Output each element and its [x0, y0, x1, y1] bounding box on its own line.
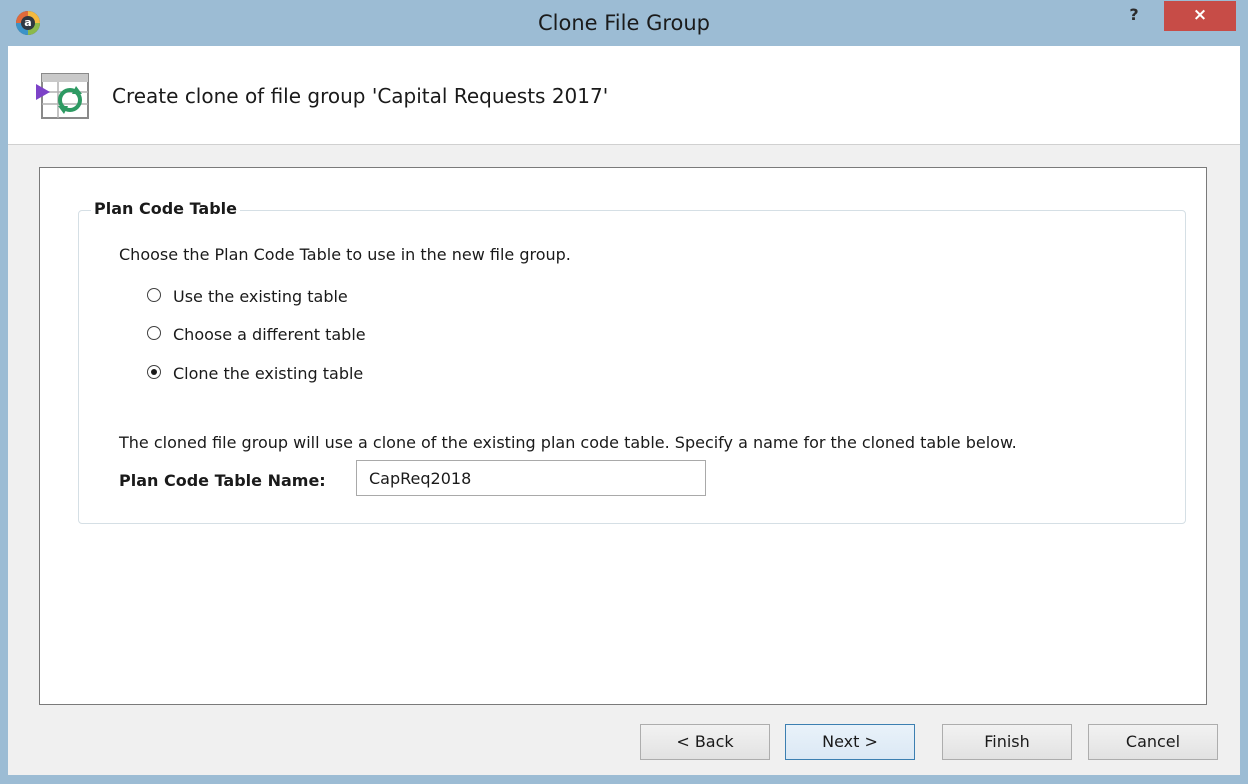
back-button[interactable]: < Back [640, 724, 770, 760]
radio-button[interactable] [147, 288, 161, 302]
radio-label: Choose a different table [173, 325, 366, 344]
window-title: Clone File Group [538, 11, 710, 35]
wizard-header: Create clone of file group 'Capital Requ… [8, 46, 1240, 145]
close-button[interactable]: × [1164, 1, 1236, 31]
radio-label: Use the existing table [173, 287, 348, 306]
help-button[interactable]: ? [1110, 2, 1158, 30]
plan-code-table-group: Plan Code Table Choose the Plan Code Tab… [78, 199, 1186, 524]
title-bar[interactable]: a Clone File Group ? × [0, 0, 1248, 46]
clone-description: The cloned file group will use a clone o… [119, 433, 1017, 452]
cancel-button[interactable]: Cancel [1088, 724, 1218, 760]
radio-label: Clone the existing table [173, 364, 364, 383]
dialog-body: Plan Code Table Choose the Plan Code Tab… [8, 145, 1240, 775]
radio-button[interactable] [147, 326, 161, 340]
finish-button[interactable]: Finish [942, 724, 1072, 760]
group-prompt: Choose the Plan Code Table to use in the… [119, 245, 571, 264]
radio-button[interactable] [147, 365, 161, 379]
clone-table-icon [36, 73, 89, 119]
table-name-input[interactable] [356, 460, 706, 496]
group-title: Plan Code Table [91, 199, 241, 218]
dialog-window: a Clone File Group ? × Create clone of f… [0, 0, 1248, 784]
table-name-label: Plan Code Table Name: [119, 471, 326, 490]
header-text: Create clone of file group 'Capital Requ… [112, 84, 609, 108]
content-panel: Plan Code Table Choose the Plan Code Tab… [39, 167, 1207, 705]
next-button[interactable]: Next > [785, 724, 915, 760]
